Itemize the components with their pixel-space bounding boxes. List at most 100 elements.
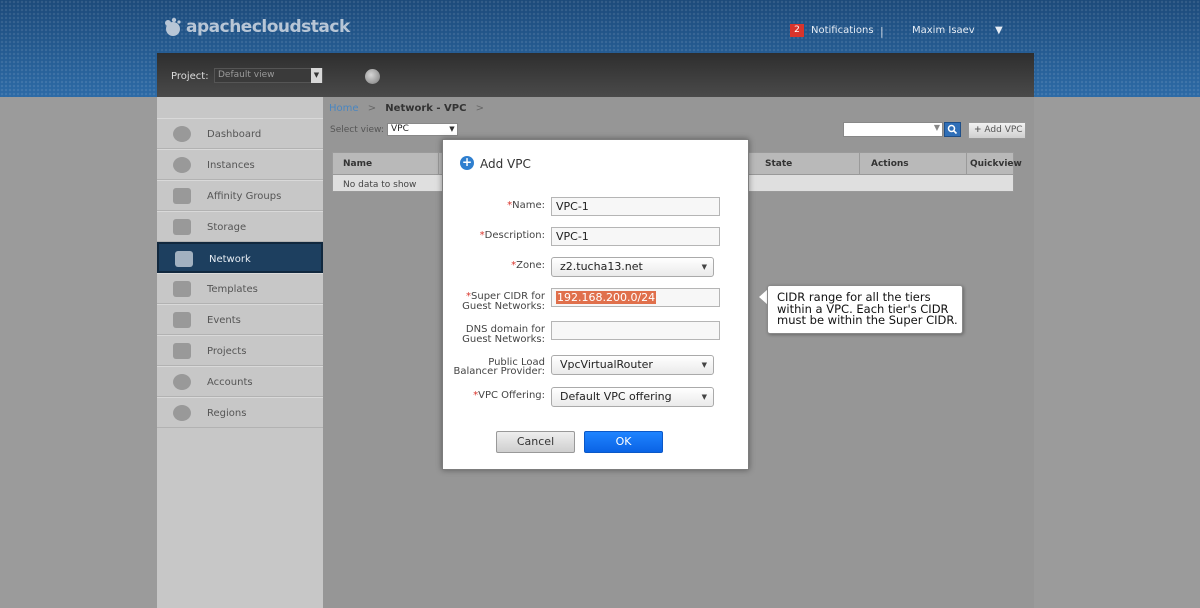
sidebar-nav: Dashboard Instances Affinity Groups Stor… [157,118,323,428]
lb-provider-value: VpcVirtualRouter [560,358,653,371]
breadcrumb-separator: > [475,103,485,114]
plus-icon: + [974,125,982,135]
add-vpc-button[interactable]: + Add VPC [968,122,1026,139]
column-name[interactable]: Name [343,159,372,169]
sidebar-item-label: Dashboard [207,129,262,140]
column-quickview[interactable]: Quickview [970,159,1022,169]
column-actions[interactable]: Actions [871,159,909,169]
sidebar-item-label: Affinity Groups [207,191,282,202]
network-icon [175,251,193,267]
vpc-offering-select[interactable]: Default VPC offering ▼ [551,387,714,407]
name-label: *Name: [507,201,545,211]
cloud-icon [173,157,191,173]
sidebar: Dashboard Instances Affinity Groups Stor… [157,97,323,608]
sidebar-item-instances[interactable]: Instances [157,149,323,180]
globe-icon[interactable] [365,69,380,84]
sidebar-item-dashboard[interactable]: Dashboard [157,118,323,149]
super-cidr-field[interactable]: 192.168.200.0/24 [551,288,720,307]
chevron-down-icon: ▼ [311,68,322,83]
chevron-down-icon: ▼ [449,125,455,133]
affinity-icon [173,188,191,204]
column-divider [859,153,860,175]
select-view-value: VPC [391,124,409,134]
chevron-down-icon: ▼ [701,361,707,369]
vpc-offering-value: Default VPC offering [560,390,672,403]
user-menu[interactable]: Maxim Isaev [912,25,975,36]
sidebar-item-label: Network [209,254,251,265]
zone-label: *Zone: [511,261,545,271]
vpc-offering-label: *VPC Offering: [473,391,545,401]
sidebar-item-label: Instances [207,160,255,171]
lb-provider-select[interactable]: VpcVirtualRouter ▼ [551,355,714,375]
project-label: Project: [171,71,209,82]
sidebar-item-accounts[interactable]: Accounts [157,366,323,397]
chevron-down-icon: ▼ [701,393,707,401]
storage-icon [173,219,191,235]
add-vpc-label: Add VPC [984,125,1023,135]
dns-domain-field[interactable] [551,321,720,340]
search-input[interactable]: ▼ [843,122,943,137]
cidr-tooltip: CIDR range for all the tiers within a VP… [767,285,963,334]
search-icon [947,124,958,135]
tooltip-text: CIDR range for all the tiers within a VP… [777,291,959,327]
vpc-offering-label-text: VPC Offering: [478,390,545,401]
ok-button[interactable]: OK [584,431,663,453]
empty-table-message: No data to show [343,180,417,190]
super-cidr-value: 192.168.200.0/24 [556,291,657,304]
lb-provider-label-line2: Balancer Provider: [453,366,545,377]
select-view-dropdown[interactable]: VPC ▼ [387,123,458,136]
sidebar-item-label: Events [207,315,241,326]
notifications-badge[interactable]: 2 [790,24,804,37]
name-label-text: Name: [512,200,545,211]
zone-select-value: z2.tucha13.net [560,260,643,273]
search-button[interactable] [944,122,961,137]
column-divider [438,153,439,175]
breadcrumb-home[interactable]: Home [329,103,359,114]
project-bar: Project: Default view ▼ [157,53,1034,97]
sidebar-item-label: Accounts [207,377,253,388]
zone-select[interactable]: z2.tucha13.net ▼ [551,257,714,277]
breadcrumb-current[interactable]: Network - VPC [385,103,466,114]
breadcrumb-separator: > [367,103,377,114]
breadcrumb: Home > Network - VPC > [329,103,490,114]
super-cidr-label-line2: Guest Networks: [462,301,545,312]
sidebar-item-label: Storage [207,222,247,233]
project-select[interactable]: Default view ▼ [214,68,323,83]
add-circle-icon: + [460,155,474,170]
description-label: *Description: [480,231,545,241]
select-view-label: Select view: [330,125,384,135]
calendar-icon [173,312,191,328]
cancel-button[interactable]: Cancel [496,431,575,453]
sidebar-item-storage[interactable]: Storage [157,211,323,242]
zone-label-text: Zone: [516,260,545,271]
dns-domain-label-line2: Guest Networks: [462,334,545,345]
description-field[interactable]: VPC-1 [551,227,720,246]
sidebar-item-projects[interactable]: Projects [157,335,323,366]
sidebar-item-affinity-groups[interactable]: Affinity Groups [157,180,323,211]
user-menu-caret-icon[interactable]: ▼ [995,25,1003,36]
sidebar-item-regions[interactable]: Regions [157,397,323,428]
tooltip-line: must be within the Super CIDR. [777,313,958,327]
sidebar-item-network[interactable]: Network [157,242,323,273]
sidebar-item-label: Templates [207,284,258,295]
templates-icon [173,281,191,297]
folder-icon [173,343,191,359]
project-select-value: Default view [218,70,275,80]
chevron-down-icon: ▼ [933,123,940,132]
logo-icon [165,17,181,36]
sidebar-item-events[interactable]: Events [157,304,323,335]
description-label-text: Description: [484,230,545,241]
dialog-title: Add VPC [480,157,531,171]
column-divider [966,153,967,175]
globe-icon [173,405,191,421]
add-vpc-dialog: + Add VPC *Name: VPC-1 *Description: VPC… [442,139,749,470]
sidebar-item-templates[interactable]: Templates [157,273,323,304]
name-field[interactable]: VPC-1 [551,197,720,216]
sidebar-item-label: Regions [207,408,247,419]
dashboard-icon [173,126,191,142]
user-icon [173,374,191,390]
chevron-down-icon: ▼ [701,263,707,271]
column-state[interactable]: State [765,159,792,169]
logo[interactable]: apachecloudstack [162,16,350,38]
notifications-link[interactable]: Notifications [811,25,874,36]
